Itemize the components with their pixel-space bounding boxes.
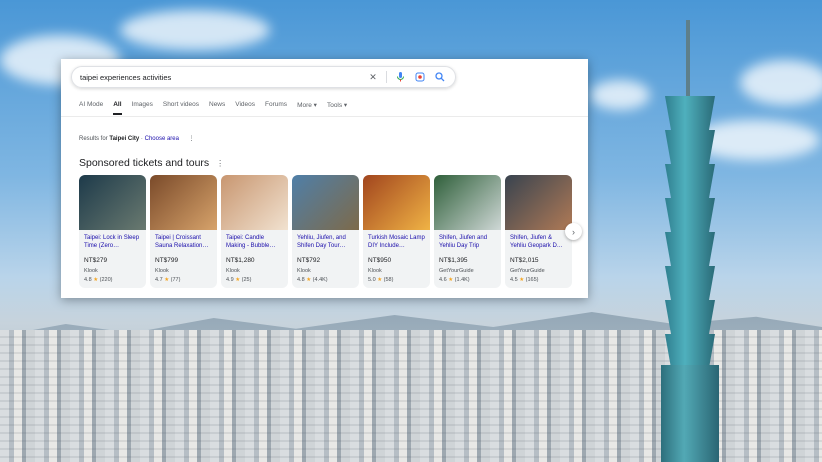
star-icon: ★ bbox=[235, 277, 241, 283]
sponsored-heading: Sponsored tickets and tours ⋮ bbox=[79, 157, 224, 169]
star-icon: ★ bbox=[164, 277, 170, 283]
tab-videos[interactable]: Videos bbox=[235, 101, 255, 115]
tile-vendor: GetYourGuide bbox=[510, 268, 545, 274]
tile-rating: 4.7 ★ (77) bbox=[155, 277, 212, 283]
tile-image[interactable] bbox=[363, 175, 430, 230]
tile-price: NT$2,015 bbox=[510, 257, 539, 264]
tile-reviews: (77) bbox=[170, 277, 181, 283]
more-options-icon[interactable]: ⋮ bbox=[189, 136, 195, 142]
tab-images[interactable]: Images bbox=[132, 101, 153, 115]
tile-title[interactable]: Taipei | Croissant Sauna Relaxation… bbox=[155, 234, 212, 250]
tile-price: NT$1,280 bbox=[226, 257, 255, 264]
star-icon: ★ bbox=[448, 277, 454, 283]
tile-rating-value: 4.8 bbox=[84, 277, 92, 283]
tile-price: NT$279 bbox=[84, 257, 108, 264]
tile-rating-value: 4.8 bbox=[297, 277, 305, 283]
star-icon: ★ bbox=[377, 277, 383, 283]
tile-title[interactable]: Shifen, Jiufen and Yehliu Day Trip bbox=[439, 234, 496, 250]
tile-price: NT$799 bbox=[155, 257, 179, 264]
tab-news[interactable]: News bbox=[209, 101, 225, 115]
tile-reviews: (165) bbox=[525, 277, 539, 283]
tile-rating: 4.5 ★ (165) bbox=[510, 277, 567, 283]
product-tile[interactable]: Taipei | Croissant Sauna Relaxation… NT$7… bbox=[150, 175, 217, 288]
tile-price: NT$792 bbox=[297, 257, 321, 264]
product-tile[interactable]: Yehliu, Jiufen, and Shifen Day Tour… NT$7… bbox=[292, 175, 359, 288]
tab-all[interactable]: All bbox=[113, 101, 121, 115]
tile-vendor: Klook bbox=[297, 268, 311, 274]
tile-title[interactable]: Taipei: Lock in Sleep Time (Zero… bbox=[84, 234, 141, 250]
tile-rating: 4.8 ★ (220) bbox=[84, 277, 141, 283]
search-divider bbox=[386, 71, 387, 83]
taipei-101-tower bbox=[655, 20, 725, 462]
tile-image[interactable] bbox=[150, 175, 217, 230]
star-icon: ★ bbox=[93, 277, 99, 283]
product-tile[interactable]: Shifen, Jiufen & Yehliu Geopark D… NT$2,0… bbox=[505, 175, 572, 288]
microphone-icon[interactable] bbox=[393, 70, 407, 84]
sponsored-heading-text: Sponsored tickets and tours bbox=[79, 157, 210, 169]
tile-image[interactable] bbox=[221, 175, 288, 230]
tile-price: NT$1,395 bbox=[439, 257, 468, 264]
product-tile[interactable]: Turkish Mosaic Lamp DIY Include… NT$950 Kl… bbox=[363, 175, 430, 288]
tab-short-videos[interactable]: Short videos bbox=[163, 101, 199, 115]
tile-reviews: (58) bbox=[383, 277, 394, 283]
tile-vendor: Klook bbox=[368, 268, 382, 274]
search-bar[interactable]: taipei experiences activities ✕ bbox=[71, 66, 456, 88]
tile-rating-value: 5.0 bbox=[368, 277, 376, 283]
tile-rating-value: 4.6 bbox=[439, 277, 447, 283]
tab-more[interactable]: More ▾ bbox=[297, 101, 317, 115]
tile-title[interactable]: Yehliu, Jiufen, and Shifen Day Tour… bbox=[297, 234, 354, 250]
tile-rating-value: 4.7 bbox=[155, 277, 163, 283]
product-tile[interactable]: Taipei: Candle Making - Bubble… NT$1,280 K… bbox=[221, 175, 288, 288]
tab-forums[interactable]: Forums bbox=[265, 101, 287, 115]
chevron-right-icon[interactable]: › bbox=[565, 223, 582, 240]
tile-title[interactable]: Turkish Mosaic Lamp DIY Include… bbox=[368, 234, 425, 250]
tile-reviews: (4.4K) bbox=[312, 277, 328, 283]
tile-vendor: Klook bbox=[155, 268, 169, 274]
tile-image[interactable] bbox=[292, 175, 359, 230]
tile-vendor: GetYourGuide bbox=[439, 268, 474, 274]
tile-rating-value: 4.9 bbox=[226, 277, 234, 283]
tile-price: NT$950 bbox=[368, 257, 392, 264]
tile-vendor: Klook bbox=[84, 268, 98, 274]
tile-vendor: Klook bbox=[226, 268, 240, 274]
choose-area-link[interactable]: Choose area bbox=[145, 136, 179, 142]
tab-tools[interactable]: Tools ▾ bbox=[327, 101, 347, 115]
search-results-card: taipei experiences activities ✕ AI Mode … bbox=[61, 59, 588, 298]
tabs-divider bbox=[61, 116, 588, 117]
search-tabs: AI Mode All Images Short videos News Vid… bbox=[79, 101, 347, 115]
star-icon: ★ bbox=[306, 277, 312, 283]
tile-reviews: (25) bbox=[241, 277, 252, 283]
tile-rating: 4.8 ★ (4.4K) bbox=[297, 277, 354, 283]
tab-ai-mode[interactable]: AI Mode bbox=[79, 101, 103, 115]
tile-rating-value: 4.5 bbox=[510, 277, 518, 283]
tile-title[interactable]: Shifen, Jiufen & Yehliu Geopark D… bbox=[510, 234, 567, 250]
lens-icon[interactable] bbox=[413, 70, 427, 84]
close-icon[interactable]: ✕ bbox=[366, 70, 380, 84]
sponsored-tiles: Taipei: Lock in Sleep Time (Zero… NT$279 K… bbox=[79, 175, 572, 288]
sponsored-info-icon[interactable]: ⋮ bbox=[216, 159, 224, 168]
tile-reviews: (1.4K) bbox=[454, 277, 470, 283]
tile-reviews: (220) bbox=[99, 277, 113, 283]
product-tile[interactable]: Taipei: Lock in Sleep Time (Zero… NT$279 K… bbox=[79, 175, 146, 288]
tile-rating: 4.6 ★ (1.4K) bbox=[439, 277, 496, 283]
star-icon: ★ bbox=[519, 277, 525, 283]
results-location: Results for Taipei City · Choose area ⋮ bbox=[79, 135, 195, 142]
search-icon[interactable] bbox=[433, 70, 447, 84]
search-input[interactable]: taipei experiences activities bbox=[80, 73, 360, 82]
tile-title[interactable]: Taipei: Candle Making - Bubble… bbox=[226, 234, 283, 250]
product-tile[interactable]: Shifen, Jiufen and Yehliu Day Trip NT$1,3… bbox=[434, 175, 501, 288]
tile-rating: 5.0 ★ (58) bbox=[368, 277, 425, 283]
tile-rating: 4.9 ★ (25) bbox=[226, 277, 283, 283]
results-location-name: Taipei City bbox=[109, 136, 140, 142]
tile-image[interactable] bbox=[505, 175, 572, 230]
tile-image[interactable] bbox=[434, 175, 501, 230]
results-prefix: Results for bbox=[79, 136, 108, 142]
tile-image[interactable] bbox=[79, 175, 146, 230]
